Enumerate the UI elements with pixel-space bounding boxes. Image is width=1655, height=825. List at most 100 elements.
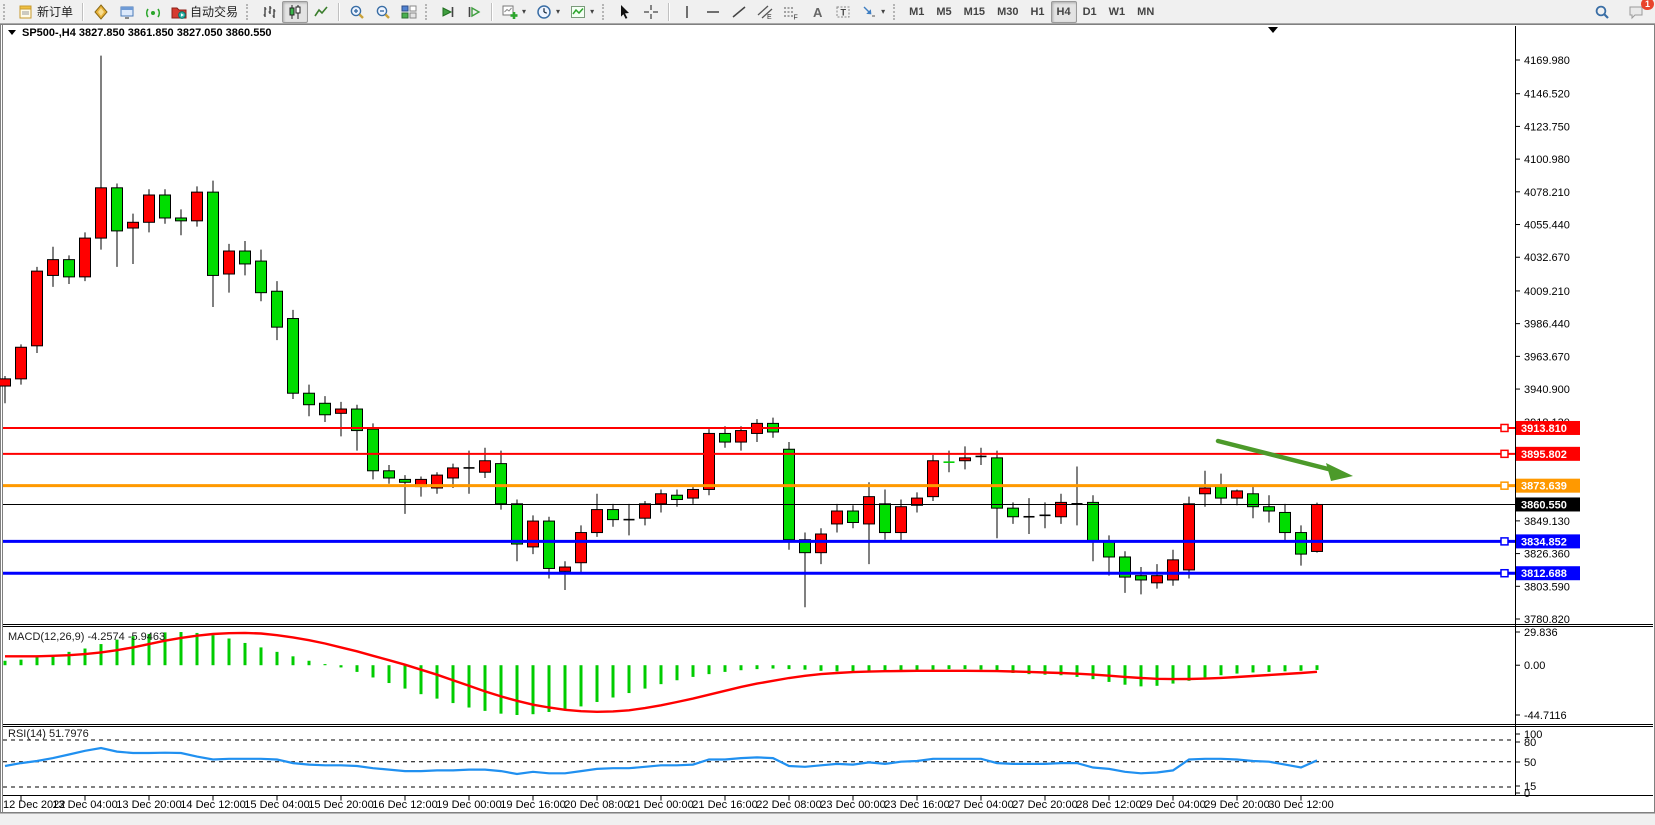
zoom-out-icon bbox=[375, 4, 391, 20]
tile-windows-icon bbox=[401, 4, 417, 20]
timeframe-w1[interactable]: W1 bbox=[1103, 1, 1132, 23]
candlestick-button[interactable] bbox=[282, 1, 308, 23]
autotrading-icon bbox=[171, 4, 187, 20]
svg-text:3849.130: 3849.130 bbox=[1524, 516, 1570, 528]
svg-text:29 Dec 20:00: 29 Dec 20:00 bbox=[1204, 799, 1269, 811]
indicators-icon bbox=[570, 4, 586, 20]
terminal-button[interactable] bbox=[114, 1, 140, 23]
svg-text:E: E bbox=[767, 14, 772, 20]
svg-text:3834.852: 3834.852 bbox=[1521, 536, 1567, 548]
timeframe-m30[interactable]: M30 bbox=[991, 1, 1024, 23]
svg-text:13 Dec 20:00: 13 Dec 20:00 bbox=[116, 799, 181, 811]
svg-text:23 Dec 00:00: 23 Dec 00:00 bbox=[820, 799, 885, 811]
timeframe-m1[interactable]: M1 bbox=[903, 1, 930, 23]
svg-text:14 Dec 12:00: 14 Dec 12:00 bbox=[180, 799, 245, 811]
timeframe-mn[interactable]: MN bbox=[1131, 1, 1160, 23]
svg-text:4055.440: 4055.440 bbox=[1524, 220, 1570, 232]
svg-text:50: 50 bbox=[1524, 757, 1536, 769]
zoom-in-icon bbox=[349, 4, 365, 20]
svg-text:27 Dec 04:00: 27 Dec 04:00 bbox=[948, 799, 1013, 811]
svg-text:3913.810: 3913.810 bbox=[1521, 423, 1567, 435]
timeframe-h1[interactable]: H1 bbox=[1024, 1, 1050, 23]
chart-shift-button[interactable] bbox=[461, 1, 487, 23]
svg-text:19 Dec 16:00: 19 Dec 16:00 bbox=[500, 799, 565, 811]
svg-text:4032.670: 4032.670 bbox=[1524, 252, 1570, 264]
svg-text:3895.802: 3895.802 bbox=[1521, 449, 1567, 461]
svg-text:-44.7116: -44.7116 bbox=[1524, 710, 1567, 722]
horizontal-line-button[interactable] bbox=[700, 1, 726, 23]
price-chart-canvas[interactable]: SP500-,H4 3827.850 3861.850 3827.050 386… bbox=[0, 24, 1655, 814]
text-icon: A bbox=[809, 4, 825, 20]
arrows-icon bbox=[861, 4, 877, 20]
svg-text:28 Dec 12:00: 28 Dec 12:00 bbox=[1076, 799, 1141, 811]
cursor-button[interactable] bbox=[612, 1, 638, 23]
charts-icon bbox=[93, 4, 109, 20]
arrows-button[interactable]: ▾ bbox=[856, 1, 890, 23]
signals-button[interactable] bbox=[140, 1, 166, 23]
timeframe-m15[interactable]: M15 bbox=[958, 1, 991, 23]
signals-icon bbox=[145, 4, 161, 20]
svg-text:4009.210: 4009.210 bbox=[1524, 286, 1570, 298]
svg-text:21 Dec 16:00: 21 Dec 16:00 bbox=[692, 799, 757, 811]
svg-text:MACD(12,26,9) -4.2574 -5.9463: MACD(12,26,9) -4.2574 -5.9463 bbox=[8, 631, 165, 643]
autotrading-button[interactable]: 自动交易 bbox=[166, 1, 243, 23]
line-chart-button[interactable] bbox=[308, 1, 334, 23]
svg-text:4123.750: 4123.750 bbox=[1524, 121, 1570, 133]
chart-shift-icon bbox=[466, 4, 482, 20]
zoom-out-button[interactable] bbox=[370, 1, 396, 23]
new-order-label: 新订单 bbox=[37, 3, 73, 20]
svg-text:4078.210: 4078.210 bbox=[1524, 187, 1570, 199]
svg-text:RSI(14) 51.7976: RSI(14) 51.7976 bbox=[8, 728, 89, 740]
cursor-icon bbox=[617, 4, 633, 20]
text-button[interactable]: A bbox=[804, 1, 830, 23]
zoom-in-button[interactable] bbox=[344, 1, 370, 23]
charts-button[interactable] bbox=[88, 1, 114, 23]
svg-text:A: A bbox=[813, 5, 823, 20]
auto-scroll-icon bbox=[440, 4, 456, 20]
bar-chart-button[interactable] bbox=[256, 1, 282, 23]
fibonacci-icon: F bbox=[783, 4, 799, 20]
svg-text:29.836: 29.836 bbox=[1524, 627, 1558, 639]
label-icon: T bbox=[835, 4, 851, 20]
timeframe-d1[interactable]: D1 bbox=[1077, 1, 1103, 23]
svg-text:3826.360: 3826.360 bbox=[1524, 549, 1570, 561]
svg-text:16 Dec 12:00: 16 Dec 12:00 bbox=[372, 799, 437, 811]
vertical-line-button[interactable] bbox=[674, 1, 700, 23]
new-order-button[interactable]: 新订单 bbox=[13, 1, 78, 23]
svg-text:SP500-,H4 3827.850 3861.850 3: SP500-,H4 3827.850 3861.850 3827.050 386… bbox=[22, 27, 272, 39]
svg-text:4169.980: 4169.980 bbox=[1524, 55, 1570, 67]
search-icon bbox=[1594, 4, 1610, 20]
search-button[interactable] bbox=[1589, 1, 1615, 23]
crosshair-button[interactable] bbox=[638, 1, 664, 23]
channel-button[interactable]: E bbox=[752, 1, 778, 23]
horizontal-line-icon bbox=[705, 4, 721, 20]
svg-text:3963.670: 3963.670 bbox=[1524, 351, 1570, 363]
tile-windows-button[interactable] bbox=[396, 1, 422, 23]
period-button[interactable]: ▾ bbox=[531, 1, 565, 23]
timeframe-h4[interactable]: H4 bbox=[1051, 1, 1077, 23]
toolbar-grip bbox=[3, 4, 10, 20]
chart-window[interactable]: SP500-,H4 3827.850 3861.850 3827.050 386… bbox=[0, 24, 1655, 814]
timeframe-m5[interactable]: M5 bbox=[930, 1, 957, 23]
line-chart-icon bbox=[313, 4, 329, 20]
fibonacci-button[interactable]: F bbox=[778, 1, 804, 23]
svg-text:13 Dec 04:00: 13 Dec 04:00 bbox=[52, 799, 117, 811]
svg-text:3812.688: 3812.688 bbox=[1521, 568, 1567, 580]
status-bar bbox=[0, 813, 1655, 825]
channel-icon: E bbox=[757, 4, 773, 20]
svg-text:4146.520: 4146.520 bbox=[1524, 89, 1570, 101]
trendline-button[interactable] bbox=[726, 1, 752, 23]
auto-scroll-button[interactable] bbox=[435, 1, 461, 23]
svg-text:27 Dec 20:00: 27 Dec 20:00 bbox=[1012, 799, 1077, 811]
svg-text:0.00: 0.00 bbox=[1524, 660, 1545, 672]
svg-text:3873.639: 3873.639 bbox=[1521, 481, 1567, 493]
svg-text:T: T bbox=[841, 7, 847, 17]
svg-text:3803.590: 3803.590 bbox=[1524, 581, 1570, 593]
new-chart-button[interactable]: ▾ bbox=[497, 1, 531, 23]
trendline-icon bbox=[731, 4, 747, 20]
indicators-button[interactable]: ▾ bbox=[565, 1, 599, 23]
svg-text:15 Dec 04:00: 15 Dec 04:00 bbox=[244, 799, 309, 811]
notifications-button[interactable]: 1 bbox=[1623, 1, 1649, 23]
label-button[interactable]: T bbox=[830, 1, 856, 23]
svg-text:3986.440: 3986.440 bbox=[1524, 319, 1570, 331]
